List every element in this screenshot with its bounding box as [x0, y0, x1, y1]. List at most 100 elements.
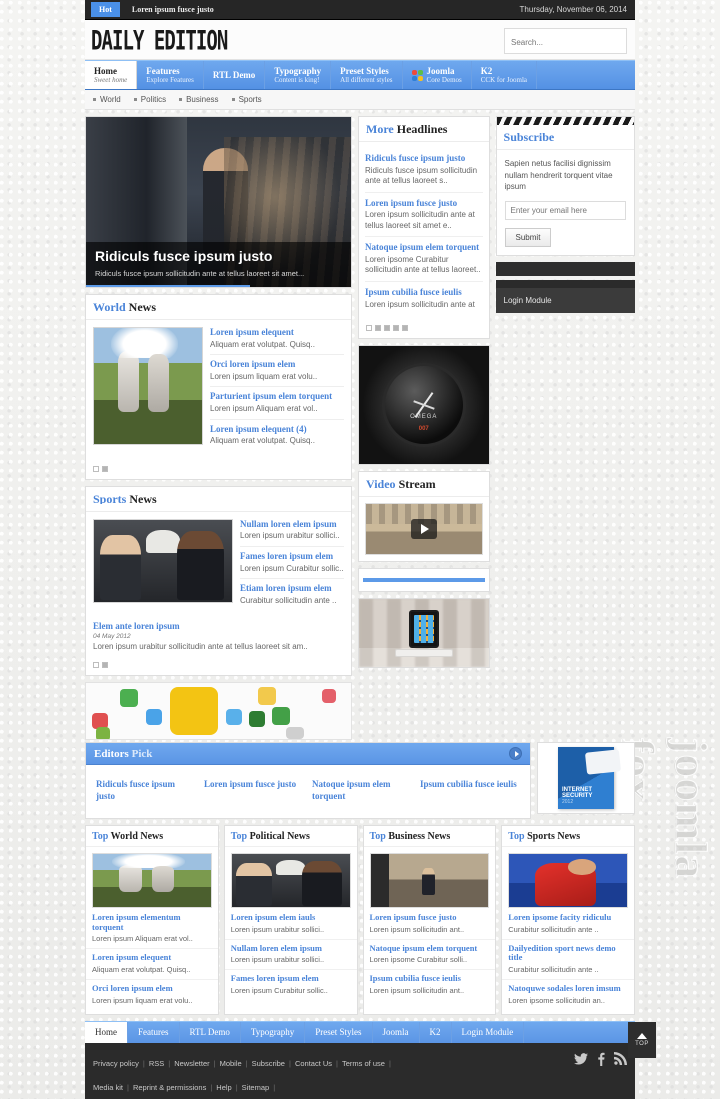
column-image-table-tennis[interactable] [508, 852, 628, 908]
editors-pick-next-icon[interactable] [509, 747, 522, 761]
site-logo[interactable]: DAILY EDITION [91, 23, 228, 55]
column-article-title[interactable]: Loren ipsum fusce justo [370, 912, 490, 923]
article-title[interactable]: Fames loren ipsum elem [240, 551, 344, 562]
headline-title[interactable]: Natoque ipsum elem torquent [365, 242, 483, 253]
footer-link[interactable]: Reprint & permissions [133, 1083, 206, 1092]
column-image-politicians[interactable] [230, 852, 351, 908]
sports-news-thumbnail[interactable] [93, 518, 233, 603]
video-thumbnail[interactable] [365, 502, 483, 555]
sports-lead-title[interactable]: Elem ante loren ipsum [93, 621, 344, 631]
column-article-title[interactable]: Natoque ipsum elem torquent [370, 943, 490, 954]
editors-pick-link[interactable]: Ridiculs fusce ipsum justo [96, 779, 196, 802]
footer-navigation[interactable]: Home Features RTL Demo Typography Preset Sty… [85, 1020, 635, 1043]
nav-item-features[interactable]: Features Explore Features [137, 61, 204, 89]
pagination-dot[interactable] [384, 324, 390, 331]
pagination-dot[interactable] [375, 324, 381, 331]
pagination-dot[interactable] [402, 324, 408, 331]
footer-link[interactable]: Media kit [93, 1083, 123, 1092]
column-article-title[interactable]: Loren ipsum elem iauls [231, 912, 351, 923]
pagination-dot[interactable] [102, 465, 108, 472]
column-image-business-speaker[interactable] [369, 852, 490, 908]
column-article-title[interactable]: Loren ipsome facity ridiculu [508, 912, 628, 923]
hero-slider[interactable]: Ridiculs fusce ipsum justo Ridiculs fusc… [85, 116, 352, 288]
hot-headline[interactable]: Loren ipsum fusce justo [132, 5, 214, 14]
pagination-dot[interactable] [366, 324, 372, 331]
column-article-title[interactable]: Orci loren ipsum elem [92, 983, 212, 994]
column-article-title[interactable]: Nullam loren elem ipsum [231, 943, 351, 954]
play-icon[interactable] [410, 518, 437, 539]
footer-link[interactable]: Privacy policy [93, 1059, 139, 1068]
footer-nav-login-module[interactable]: Login Module [452, 1021, 525, 1043]
world-news-thumbnail[interactable] [93, 327, 203, 445]
sub-navigation[interactable]: World Politics Business Sports [85, 90, 635, 110]
apps-banner[interactable] [85, 682, 352, 741]
footer-link[interactable]: Terms of use [342, 1059, 385, 1068]
sports-news-pagination[interactable] [86, 658, 351, 675]
nav-item-joomla[interactable]: Joomla Core Demos [403, 61, 472, 89]
subnav-item-sports[interactable]: Sports [232, 95, 262, 104]
headline-title[interactable]: Loren ipsum fusce justo [365, 198, 483, 209]
twitter-icon[interactable] [574, 1053, 588, 1065]
footer-nav-features[interactable]: Features [128, 1021, 180, 1043]
pagination-dot[interactable] [393, 324, 399, 331]
footer-link[interactable]: Subscribe [252, 1059, 285, 1068]
nav-item-rtl-demo[interactable]: RTL Demo [204, 61, 266, 89]
column-article-title[interactable]: Dailyedition sport news demo title [508, 943, 628, 964]
column-article-title[interactable]: Natoquwe sodales loren imsum [508, 983, 628, 994]
watch-advertisement[interactable]: OMEGA 007 [358, 344, 490, 465]
footer-nav-k2[interactable]: K2 [420, 1021, 452, 1043]
rss-icon[interactable] [614, 1052, 627, 1066]
scroll-to-top-button[interactable]: TOP [628, 1022, 656, 1058]
editors-pick-link[interactable]: Ipsum cubilia fusce ieulis [420, 779, 520, 802]
article-title[interactable]: Etiam loren ipsum elem [240, 583, 344, 594]
subnav-item-world[interactable]: World [93, 95, 121, 104]
subscribe-submit-button[interactable]: Submit [504, 227, 552, 247]
footer-nav-rtl-demo[interactable]: RTL Demo [180, 1021, 241, 1043]
article-title[interactable]: Loren ipsum elequent [210, 327, 344, 338]
column-article-title[interactable]: Fames loren ipsum elem [231, 974, 351, 984]
nav-item-preset-styles[interactable]: Preset Styles All different styles [331, 61, 403, 89]
subnav-item-business[interactable]: Business [179, 95, 218, 104]
column-image-cooling-towers[interactable] [92, 852, 212, 908]
ipad-advertisement[interactable] [358, 597, 490, 668]
footer-link[interactable]: Mobile [220, 1059, 242, 1068]
subscribe-email-input[interactable] [504, 200, 626, 220]
pagination-dot[interactable] [93, 465, 99, 472]
world-news-pagination[interactable] [86, 462, 351, 479]
pagination-dot[interactable] [102, 662, 108, 669]
column-article-title[interactable]: Ipsum cubilia fusce ieulis [370, 974, 490, 984]
footer-link[interactable]: Sitemap [242, 1083, 270, 1092]
login-module[interactable]: Login Module [495, 279, 635, 313]
hero-title[interactable]: Ridiculs fusce ipsum justo [95, 248, 342, 264]
footer-link[interactable]: RSS [149, 1059, 164, 1068]
article-title[interactable]: Parturient ipsum elem torquent [210, 391, 344, 402]
headline-title[interactable]: Ipsum cubilia fusce ieulis [365, 287, 483, 298]
column-article-title[interactable]: Loren ipsum elementum torquent [92, 912, 212, 933]
security-advertisement[interactable]: INTERNET SECURITY 2012 [537, 742, 635, 815]
article-title[interactable]: Nullam loren elem ipsum [240, 519, 344, 530]
footer-nav-preset-styles[interactable]: Preset Styles [305, 1021, 373, 1043]
footer-link[interactable]: Contact Us [295, 1059, 332, 1068]
hero-slide[interactable]: Ridiculs fusce ipsum justo Ridiculs fusc… [86, 117, 351, 287]
editors-pick-link[interactable]: Loren ipsum fusce justo [204, 779, 304, 802]
editors-pick-link[interactable]: Natoque ipsum elem torquent [312, 779, 412, 802]
facebook-icon[interactable] [597, 1052, 605, 1066]
search-input[interactable] [508, 36, 623, 49]
nav-item-typography[interactable]: Typography Content is king! [265, 61, 332, 89]
footer-nav-typography[interactable]: Typography [241, 1021, 306, 1043]
article-title[interactable]: Orci loren ipsum elem [210, 359, 344, 370]
footer-nav-joomla[interactable]: Joomla [373, 1021, 420, 1043]
nav-item-home[interactable]: Home Sweet home [85, 61, 138, 89]
nav-item-k2[interactable]: K2 CCK for Joomla [472, 61, 538, 89]
subnav-item-politics[interactable]: Politics [134, 95, 166, 104]
footer-nav-home[interactable]: Home [85, 1021, 128, 1043]
more-headlines-pagination[interactable] [359, 321, 489, 338]
main-navigation[interactable]: Home Sweet home Features Explore Features RT… [85, 60, 635, 90]
headline-title[interactable]: Ridiculs fusce ipsum justo [365, 153, 483, 164]
footer-link[interactable]: Newsletter [174, 1059, 209, 1068]
footer-link[interactable]: Help [216, 1083, 231, 1092]
search-box[interactable] [504, 28, 627, 54]
article-title[interactable]: Loren ipsum elequent (4) [210, 424, 344, 435]
column-article-title[interactable]: Loren ipsum elequent [92, 953, 212, 963]
pagination-dot[interactable] [93, 662, 99, 669]
